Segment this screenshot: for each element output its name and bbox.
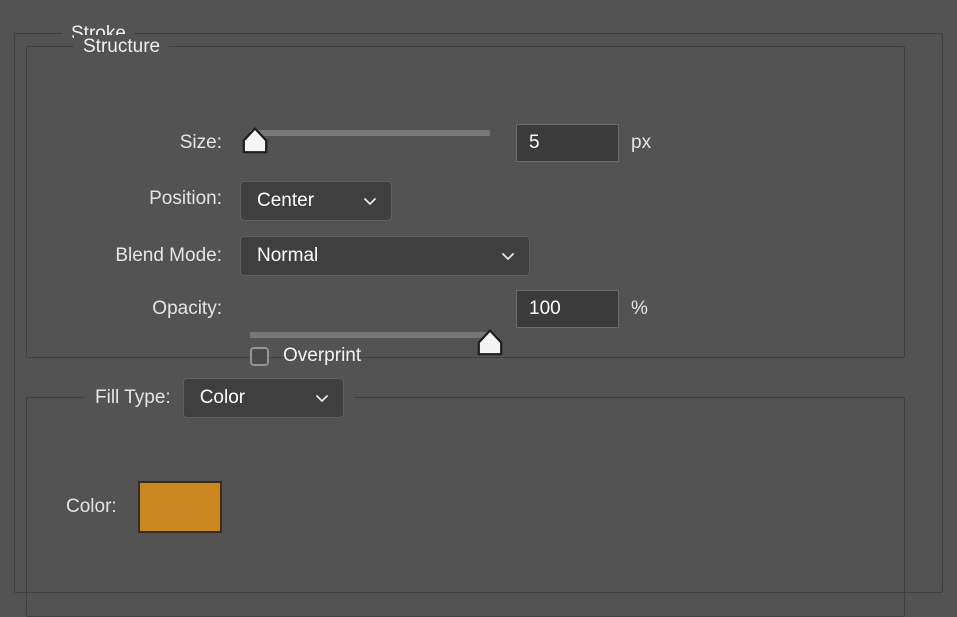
overprint-checkbox-row[interactable]: Overprint xyxy=(250,345,361,367)
position-label: Position: xyxy=(149,188,222,209)
slider-handle-icon[interactable] xyxy=(242,127,268,154)
opacity-label: Opacity: xyxy=(152,298,222,319)
opacity-input-value: 100 xyxy=(529,298,561,319)
color-swatch[interactable] xyxy=(137,481,222,533)
overprint-label: Overprint xyxy=(283,345,362,366)
size-slider[interactable] xyxy=(242,124,490,160)
fill-type-label: Fill Type: xyxy=(95,387,171,408)
fill-type-legend: Fill Type: Color xyxy=(85,378,354,418)
blend-mode-select[interactable]: Normal xyxy=(240,236,530,276)
fill-type-select[interactable]: Color xyxy=(182,378,344,418)
color-label: Color: xyxy=(66,496,117,517)
opacity-slider-track[interactable] xyxy=(250,332,490,338)
blend-mode-label: Blend Mode: xyxy=(115,245,222,266)
slider-handle-icon[interactable] xyxy=(477,329,503,356)
structure-group-title: Structure xyxy=(74,35,170,59)
size-slider-track[interactable] xyxy=(250,130,490,136)
chevron-down-icon[interactable] xyxy=(315,391,329,405)
opacity-field-row: 100 % xyxy=(516,290,648,328)
size-input-value: 5 xyxy=(529,132,540,153)
color-row: Color: xyxy=(66,481,222,533)
blend-mode-select-value: Normal xyxy=(257,245,319,266)
chevron-down-icon[interactable] xyxy=(501,249,515,263)
position-select[interactable]: Center xyxy=(240,181,392,221)
checkbox-unchecked-icon[interactable] xyxy=(250,346,269,366)
size-input[interactable]: 5 xyxy=(516,124,619,162)
size-field-row: 5 px xyxy=(516,124,651,162)
chevron-down-icon[interactable] xyxy=(363,194,377,208)
fill-type-select-value: Color xyxy=(199,387,246,408)
opacity-input[interactable]: 100 xyxy=(516,290,619,328)
size-label: Size: xyxy=(179,132,222,153)
size-unit-label: px xyxy=(631,132,652,153)
position-select-value: Center xyxy=(257,190,315,211)
opacity-unit-label: % xyxy=(631,298,648,319)
